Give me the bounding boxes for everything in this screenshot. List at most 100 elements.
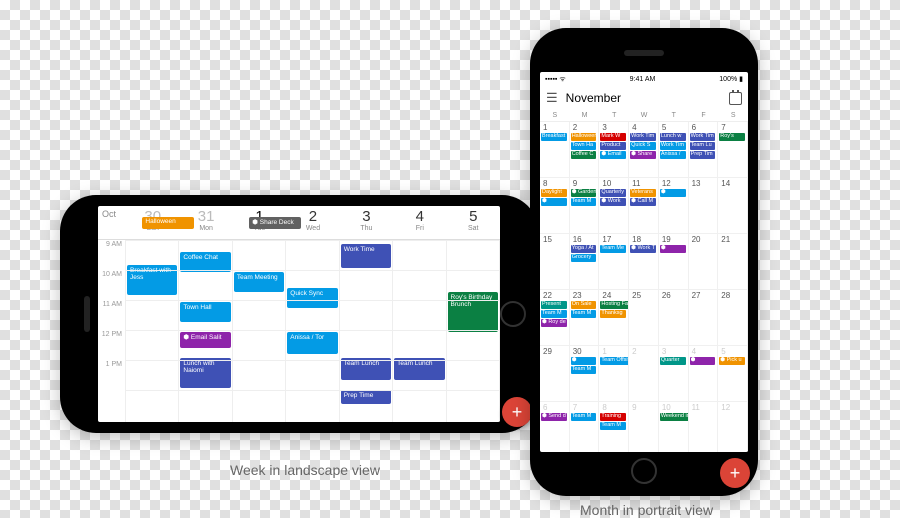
month-day-cell[interactable]: 1Breakfast (540, 122, 570, 178)
event-chip[interactable]: Daylight (541, 189, 567, 197)
month-day-cell[interactable]: 13 (689, 178, 719, 234)
month-day-cell[interactable]: 7Team M (570, 402, 600, 452)
month-day-cell[interactable]: 14 (718, 178, 748, 234)
event-chip[interactable]: ⬢ Work T (630, 245, 656, 253)
phone-home-button[interactable] (500, 301, 526, 327)
event-chip[interactable]: ⬢ (571, 357, 597, 365)
month-day-cell[interactable]: 18⬢ Work T (629, 234, 659, 290)
event-chip[interactable]: Thanksg (600, 310, 626, 318)
month-day-cell[interactable]: 28 (718, 290, 748, 346)
today-icon[interactable] (729, 92, 742, 105)
event-chip[interactable]: Team M (571, 198, 597, 206)
day-column[interactable]: Coffee ChatTown Hall⬢ Email SalitLunch w… (179, 240, 232, 422)
event-chip[interactable]: Lunch w (660, 133, 686, 141)
month-day-cell[interactable]: 10Weekend in (659, 402, 689, 452)
event-chip[interactable]: Weekend in (660, 413, 689, 421)
month-day-cell[interactable]: 17Team Me (599, 234, 629, 290)
month-day-cell[interactable]: 12⬢ (659, 178, 689, 234)
allday-event[interactable]: Halloween (142, 217, 193, 229)
event-chip[interactable]: Mark W (600, 133, 626, 141)
event-chip[interactable]: ⬢ Share (630, 151, 656, 159)
event-chip[interactable]: ⬢ (541, 198, 567, 206)
event-chip[interactable]: ⬢ (690, 357, 716, 365)
calendar-event[interactable]: Town Hall (180, 302, 230, 322)
event-chip[interactable]: Work Tim (630, 133, 656, 141)
month-day-cell[interactable]: 8TrainingTeam M (599, 402, 629, 452)
month-day-cell[interactable]: 3Mark WProduct⬢ Email (599, 122, 629, 178)
week-body[interactable]: 9 AM10 AM11 AM12 PM1 PM Breakfast with J… (98, 240, 500, 422)
calendar-event[interactable]: Roy's Birthday Brunch (448, 292, 498, 332)
event-chip[interactable]: Hosting Family for Thanksgiving (600, 301, 629, 309)
event-chip[interactable]: Team M (541, 310, 567, 318)
event-chip[interactable]: ⬢ (660, 189, 686, 197)
month-day-cell[interactable]: 2 (629, 346, 659, 402)
event-chip[interactable]: Work Tim (660, 142, 686, 150)
month-title[interactable]: November (566, 91, 721, 105)
month-day-cell[interactable]: 24Hosting Family for ThanksgivingThanksg (599, 290, 629, 346)
calendar-event[interactable]: Prep Time (341, 390, 391, 404)
event-chip[interactable]: Team Offsite (600, 357, 629, 365)
calendar-event[interactable]: Team Lunch (394, 358, 444, 380)
event-chip[interactable]: Yoga / At (571, 245, 597, 253)
day-column[interactable]: Team Meeting (233, 240, 286, 422)
month-day-cell[interactable]: 8Daylight⬢ (540, 178, 570, 234)
event-chip[interactable]: Anissa / (660, 151, 686, 159)
month-day-cell[interactable]: 7Roy's (718, 122, 748, 178)
allday-event[interactable]: ⬢ Share Deck (249, 217, 300, 229)
calendar-event[interactable]: Quick Sync (287, 288, 337, 308)
event-chip[interactable]: Team Lu (690, 142, 716, 150)
calendar-event[interactable]: ⬢ Email Salit (180, 332, 230, 348)
day-column[interactable]: Roy's Birthday Brunch (447, 240, 500, 422)
month-day-cell[interactable]: 25 (629, 290, 659, 346)
event-chip[interactable]: Team M (571, 413, 597, 421)
weekday-header[interactable]: 3Thu (340, 206, 393, 239)
month-day-cell[interactable]: 26 (659, 290, 689, 346)
event-chip[interactable]: Quarter (660, 357, 686, 365)
month-day-cell[interactable]: 1Team Offsite (599, 346, 629, 402)
month-day-cell[interactable]: 9 (629, 402, 659, 452)
month-day-cell[interactable]: 11Veterans⬢ Call M (629, 178, 659, 234)
event-chip[interactable]: ⬢ Send d (541, 413, 567, 421)
day-column[interactable]: Quick SyncAnissa / Tor (286, 240, 339, 422)
month-day-cell[interactable]: 27 (689, 290, 719, 346)
month-day-cell[interactable]: 16Yoga / AtGrocery (570, 234, 600, 290)
calendar-event[interactable]: Lunch with Naiomi (180, 358, 230, 388)
event-chip[interactable]: ⬢ Garden (571, 189, 597, 197)
month-day-cell[interactable]: 30⬢Team M (570, 346, 600, 402)
month-grid[interactable]: 1Breakfast2HalloweenTown HaCoffee C3Mark… (540, 122, 748, 452)
day-column[interactable]: Team Lunch (393, 240, 446, 422)
event-chip[interactable]: Team M (600, 422, 626, 430)
month-day-cell[interactable]: 22PresentTeam M⬢ Roy de (540, 290, 570, 346)
month-day-cell[interactable]: 29 (540, 346, 570, 402)
month-day-cell[interactable]: 9⬢ GardenTeam M (570, 178, 600, 234)
day-column[interactable]: Breakfast with Jess (126, 240, 179, 422)
phone-home-button[interactable] (631, 458, 657, 484)
month-day-cell[interactable]: 10Quarterly⬢ Work (599, 178, 629, 234)
calendar-event[interactable]: Work Time (341, 244, 391, 268)
event-chip[interactable]: Prep Tim (690, 151, 716, 159)
event-chip[interactable]: Grocery (571, 254, 597, 262)
event-chip[interactable]: Quarterly (600, 189, 626, 197)
month-day-cell[interactable]: 4⬢ (689, 346, 719, 402)
event-chip[interactable]: Quick S (630, 142, 656, 150)
event-chip[interactable]: ⬢ (660, 245, 686, 253)
month-day-cell[interactable]: 6⬢ Send d (540, 402, 570, 452)
month-day-cell[interactable]: 5Lunch wWork TimAnissa / (659, 122, 689, 178)
month-day-cell[interactable]: 6Work TimTeam LuPrep Tim (689, 122, 719, 178)
event-chip[interactable]: Roy's (719, 133, 745, 141)
event-chip[interactable]: Coffee C (571, 151, 597, 159)
month-day-cell[interactable]: 20 (689, 234, 719, 290)
event-chip[interactable]: On Sale (571, 301, 597, 309)
event-chip[interactable]: Team M (571, 310, 597, 318)
month-day-cell[interactable]: 19⬢ (659, 234, 689, 290)
month-day-cell[interactable]: 4Work TimQuick S⬢ Share (629, 122, 659, 178)
calendar-event[interactable]: Team Meeting (234, 272, 284, 292)
month-day-cell[interactable]: 15 (540, 234, 570, 290)
weekday-header[interactable]: 5Sat (447, 206, 500, 239)
event-chip[interactable]: Town Ha (571, 142, 597, 150)
event-chip[interactable]: Present (541, 301, 567, 309)
month-day-cell[interactable]: 5⬢ Pick u (718, 346, 748, 402)
event-chip[interactable]: ⬢ Pick u (719, 357, 745, 365)
event-chip[interactable]: ⬢ Roy de (541, 319, 567, 327)
month-day-cell[interactable]: 12 (718, 402, 748, 452)
